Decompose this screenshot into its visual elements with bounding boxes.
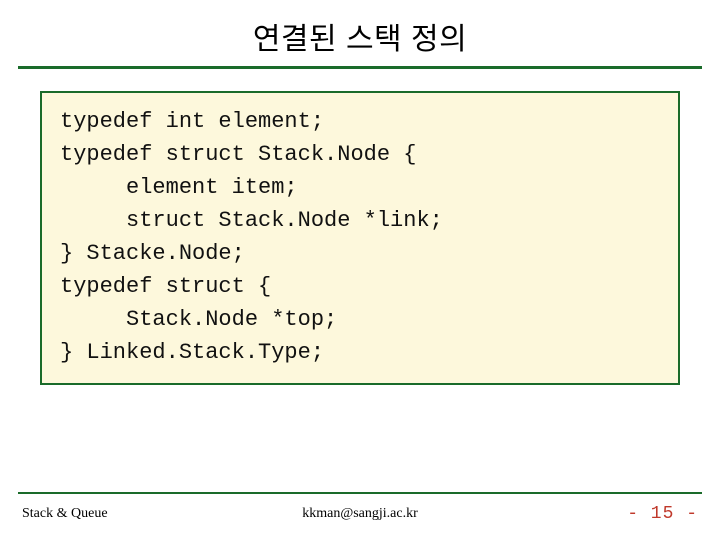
slide: 연결된 스택 정의 typedef int element; typedef s… [0, 0, 720, 540]
code-line: struct Stack.Node *link; [60, 204, 660, 237]
code-line: typedef struct { [60, 270, 660, 303]
code-line: typedef int element; [60, 105, 660, 138]
code-line: } Linked.Stack.Type; [60, 336, 660, 369]
code-line: typedef struct Stack.Node { [60, 138, 660, 171]
code-block: typedef int element; typedef struct Stac… [40, 91, 680, 385]
code-line: } Stacke.Node; [60, 237, 660, 270]
slide-title: 연결된 스택 정의 [0, 0, 720, 66]
footer-divider [18, 492, 702, 494]
footer: Stack & Queue kkman@sangji.ac.kr - 15 - [0, 504, 720, 524]
code-line: element item; [60, 171, 660, 204]
code-line: Stack.Node *top; [60, 303, 660, 336]
title-divider [18, 66, 702, 69]
footer-center-text: kkman@sangji.ac.kr [0, 506, 720, 522]
